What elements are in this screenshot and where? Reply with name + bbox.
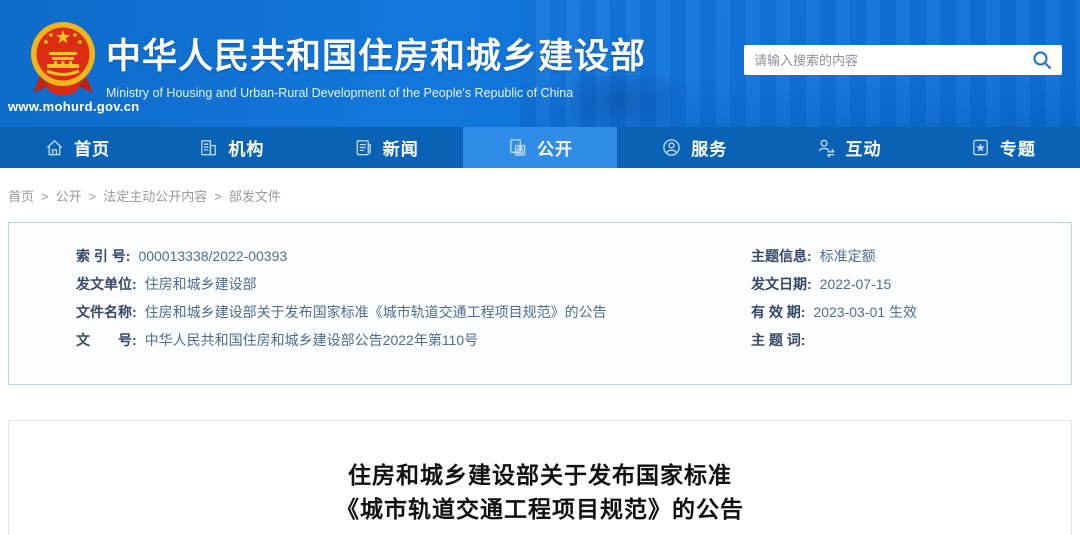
meta-label: 发文单位: xyxy=(76,276,137,292)
search-input[interactable] xyxy=(744,52,1022,68)
page: www.mohurd.gov.cn 中华人民共和国住房和城乡建设部 Minist… xyxy=(0,0,1080,535)
meta-row-document-name: 文件名称: 住房和城乡建设部关于发布国家标准《城市轨道交通工程项目规范》的公告 xyxy=(76,298,751,326)
site-url: www.mohurd.gov.cn xyxy=(8,99,140,114)
document-content-card: 住房和城乡建设部关于发布国家标准 《城市轨道交通工程项目规范》的公告 xyxy=(8,420,1072,535)
document-title-line2: 《城市轨道交通工程项目规范》的公告 xyxy=(336,496,744,522)
metadata-right-column: 主题信息: 标准定额 发文日期: 2022-07-15 有 效 期: 2023-03-… xyxy=(751,242,1071,384)
disclosure-icon xyxy=(507,137,528,158)
site-header: www.mohurd.gov.cn 中华人民共和国住房和城乡建设部 Minist… xyxy=(0,0,1080,127)
breadcrumb: 首页 > 公开 > 法定主动公开内容 > 部发文件 xyxy=(0,168,1080,205)
meta-value: 000013338/2022-00393 xyxy=(138,248,288,264)
home-icon xyxy=(44,137,65,158)
meta-label: 主 题 词: xyxy=(751,332,806,348)
site-title: 中华人民共和国住房和城乡建设部 xyxy=(106,37,647,76)
national-emblem-icon xyxy=(31,22,95,96)
document-title: 住房和城乡建设部关于发布国家标准 《城市轨道交通工程项目规范》的公告 xyxy=(9,458,1071,526)
nav-tab-services[interactable]: 服务 xyxy=(617,127,771,168)
breadcrumb-home[interactable]: 首页 xyxy=(8,189,34,204)
meta-value: 住房和城乡建设部 xyxy=(144,276,257,292)
nav-tab-news[interactable]: 新闻 xyxy=(309,127,463,168)
breadcrumb-separator: > xyxy=(88,189,97,204)
national-emblem-logo[interactable] xyxy=(26,20,100,102)
breadcrumb-bar: 首页 > 公开 > 法定主动公开内容 > 部发文件 xyxy=(0,168,1080,222)
metadata-left-column: 索 引 号: 000013338/2022-00393 发文单位: 住房和城乡建设部… xyxy=(9,242,751,384)
meta-value: 2023-03-01 生效 xyxy=(813,304,917,320)
meta-row-issuing-unit: 发文单位: 住房和城乡建设部 xyxy=(76,270,751,298)
meta-value: 2022-07-15 xyxy=(819,276,892,292)
document-metadata-panel: 索 引 号: 000013338/2022-00393 发文单位: 住房和城乡建设部… xyxy=(8,222,1072,385)
breadcrumb-disclosure[interactable]: 公开 xyxy=(56,189,82,204)
meta-row-effective-date: 有 效 期: 2023-03-01 生效 xyxy=(751,298,1071,326)
meta-row-document-number: 文 号: 中华人民共和国住房和城乡建设部公告2022年第110号 xyxy=(76,326,751,354)
site-subtitle-english: Ministry of Housing and Urban-Rural Deve… xyxy=(106,86,574,101)
meta-label: 文件名称: xyxy=(76,304,137,320)
search-button[interactable] xyxy=(1022,45,1062,75)
nav-tab-interaction[interactable]: 互动 xyxy=(771,127,925,168)
meta-row-topic-info: 主题信息: 标准定额 xyxy=(751,242,1071,270)
meta-label: 有 效 期: xyxy=(751,304,806,320)
news-icon xyxy=(353,137,374,158)
meta-value: 标准定额 xyxy=(819,248,876,264)
breadcrumb-statutory-disclosure[interactable]: 法定主动公开内容 xyxy=(103,189,207,204)
nav-tab-organization[interactable]: 机构 xyxy=(154,127,308,168)
meta-label: 主题信息: xyxy=(751,248,812,264)
nav-tab-topics[interactable]: 专题 xyxy=(926,127,1080,168)
breadcrumb-separator: > xyxy=(214,189,222,204)
organization-icon xyxy=(198,137,219,158)
interaction-icon xyxy=(816,137,837,158)
meta-row-index-number: 索 引 号: 000013338/2022-00393 xyxy=(76,242,751,270)
document-title-line1: 住房和城乡建设部关于发布国家标准 xyxy=(348,462,732,488)
nav-tab-home[interactable]: 首页 xyxy=(0,127,154,168)
topics-icon xyxy=(970,137,991,158)
meta-value: 住房和城乡建设部关于发布国家标准《城市轨道交通工程项目规范》的公告 xyxy=(144,304,607,320)
main-nav: 首页 机构 新闻 公开 服务 互动 专题 xyxy=(0,127,1080,168)
breadcrumb-separator: > xyxy=(41,189,49,204)
breadcrumb-ministry-documents[interactable]: 部发文件 xyxy=(229,189,281,204)
meta-value: 中华人民共和国住房和城乡建设部公告2022年第110号 xyxy=(144,332,479,348)
search-box xyxy=(744,45,1062,75)
meta-row-keywords: 主 题 词: xyxy=(751,326,1071,354)
search-icon xyxy=(1033,51,1051,69)
meta-row-issue-date: 发文日期: 2022-07-15 xyxy=(751,270,1071,298)
services-icon xyxy=(661,137,682,158)
meta-label: 发文日期: xyxy=(751,276,812,292)
nav-tab-disclosure[interactable]: 公开 xyxy=(462,127,618,168)
meta-label: 文 号: xyxy=(76,332,137,348)
meta-label: 索 引 号: xyxy=(76,248,131,264)
